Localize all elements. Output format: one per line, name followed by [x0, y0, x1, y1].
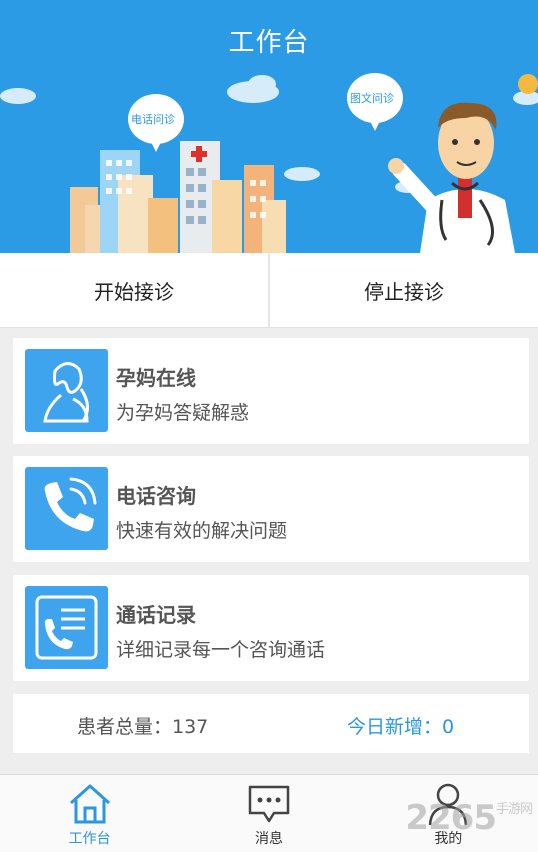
card-title: 电话咨询 [116, 484, 196, 508]
message-icon [248, 785, 290, 823]
home-icon [69, 784, 110, 824]
patient-stats: 患者总量：137 今日新增：0 [13, 694, 529, 753]
card-title: 通话记录 [116, 603, 196, 627]
card-phone-consult[interactable]: 电话咨询 快速有效的解决问题 [13, 456, 529, 562]
watermark-sub: 手游网 [495, 802, 533, 817]
nav-label: 工作台 [68, 831, 111, 847]
bubble-text-consult: 图文问诊 [350, 92, 394, 105]
total-patients: 患者总量：137 [77, 716, 209, 738]
today-new-patients: 今日新增：0 [347, 716, 455, 738]
start-consult-button[interactable]: 开始接诊 [0, 253, 268, 327]
card-call-records[interactable]: 通话记录 详细记录每一个咨询通话 [13, 575, 529, 681]
nav-label: 消息 [254, 831, 283, 847]
call-log-icon [25, 586, 108, 669]
card-subtitle: 快速有效的解决问题 [116, 520, 288, 542]
bubble-phone-consult: 电话问诊 [131, 113, 175, 126]
page-title: 工作台 [228, 28, 310, 58]
phone-icon [25, 467, 108, 550]
consult-actions: 开始接诊 停止接诊 [0, 253, 538, 328]
header-banner: 工作台 电话问诊 图文问诊 [0, 0, 538, 253]
card-title: 孕妈在线 [116, 366, 196, 390]
watermark-logo: 2265 [405, 798, 497, 838]
stop-consult-button[interactable]: 停止接诊 [268, 253, 538, 327]
nav-item-workbench[interactable]: 工作台 [0, 775, 179, 852]
pregnant-woman-icon [25, 349, 108, 432]
card-subtitle: 详细记录每一个咨询通话 [116, 639, 326, 661]
card-subtitle: 为孕妈答疑解惑 [116, 402, 250, 424]
nav-item-messages[interactable]: 消息 [179, 775, 358, 852]
site-watermark: 2265手游网 [405, 798, 533, 838]
card-pregnancy-online[interactable]: 孕妈在线 为孕妈答疑解惑 [13, 338, 529, 444]
